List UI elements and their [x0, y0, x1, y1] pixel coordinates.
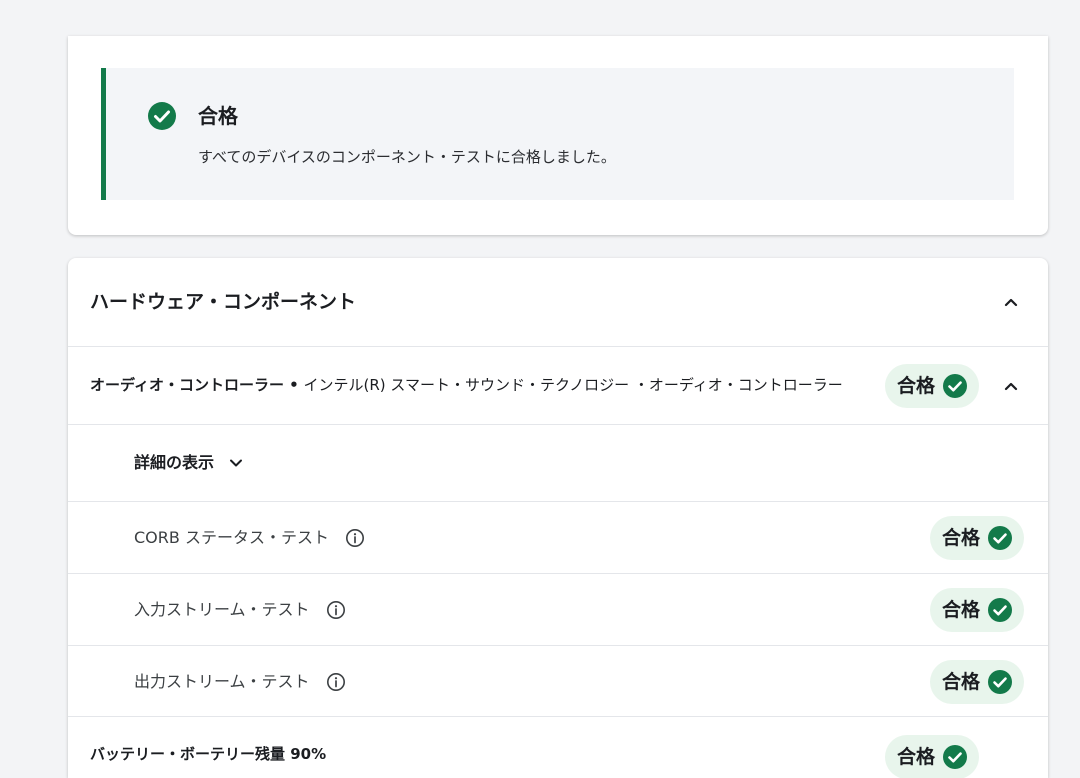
check-circle-icon	[943, 374, 968, 398]
summary-card: 合格 すべてのデバイスのコンポーネント・テストに合格しました。	[68, 36, 1048, 235]
test-name: CORB ステータス・テスト	[134, 528, 329, 547]
test-row: CORB ステータス・テスト 合格	[68, 502, 1048, 574]
info-icon[interactable]	[345, 528, 365, 548]
check-circle-icon	[943, 745, 968, 769]
hardware-components-card: ハードウェア・コンポーネント オーディオ・コントローラー • インテル(R) ス…	[68, 258, 1048, 778]
chevron-up-icon[interactable]	[1001, 292, 1021, 312]
battery-component-row[interactable]: バッテリー・ボーテリー残量 90% 合格	[68, 717, 1048, 778]
check-circle-icon	[988, 598, 1013, 622]
chevron-up-icon[interactable]	[1001, 376, 1021, 396]
controller-device: インテル(R) スマート・サウンド・テクノロジー ・オーディオ・コントローラー	[298, 376, 843, 394]
status-title: 合格	[198, 104, 238, 128]
show-details-label: 詳細の表示	[134, 453, 215, 472]
audio-controller-row[interactable]: オーディオ・コントローラー • インテル(R) スマート・サウンド・テクノロジー…	[68, 347, 1048, 425]
pass-banner: 合格 すべてのデバイスのコンポーネント・テストに合格しました。	[101, 68, 1014, 200]
check-circle-icon	[988, 670, 1013, 694]
test-label: 出力ストリーム・テスト	[134, 671, 346, 693]
controller-label: オーディオ・コントローラー • インテル(R) スマート・サウンド・テクノロジー…	[90, 374, 843, 396]
status-badge: 合格	[885, 735, 980, 778]
status-description: すべてのデバイスのコンポーネント・テストに合格しました。	[198, 148, 616, 166]
status-badge-text: 合格	[942, 599, 981, 621]
check-circle-icon	[148, 102, 176, 130]
status-badge-text: 合格	[897, 746, 936, 768]
status-badge: 合格	[930, 660, 1025, 704]
section-title: ハードウェア・コンポーネント	[90, 291, 357, 313]
status-badge-text: 合格	[897, 375, 936, 397]
status-badge-text: 合格	[942, 671, 981, 693]
component-label: バッテリー・ボーテリー残量 90%	[90, 745, 327, 763]
chevron-down-icon	[230, 459, 243, 467]
hardware-section-header[interactable]: ハードウェア・コンポーネント	[68, 258, 1048, 347]
status-badge-text: 合格	[942, 527, 981, 549]
show-details-button[interactable]: 詳細の表示	[134, 451, 244, 475]
status-badge: 合格	[930, 588, 1025, 632]
test-label: 入力ストリーム・テスト	[134, 599, 346, 621]
test-label: CORB ステータス・テスト	[134, 527, 365, 549]
details-row: 詳細の表示	[68, 425, 1048, 502]
test-name: 出力ストリーム・テスト	[134, 672, 310, 691]
info-icon[interactable]	[326, 672, 346, 692]
test-row: 出力ストリーム・テスト 合格	[68, 646, 1048, 717]
check-circle-icon	[988, 526, 1013, 550]
info-icon[interactable]	[326, 600, 346, 620]
status-badge: 合格	[930, 516, 1025, 560]
controller-name: オーディオ・コントローラー •	[90, 376, 299, 394]
status-badge: 合格	[885, 364, 980, 408]
test-name: 入力ストリーム・テスト	[134, 600, 310, 619]
test-row: 入力ストリーム・テスト 合格	[68, 574, 1048, 646]
